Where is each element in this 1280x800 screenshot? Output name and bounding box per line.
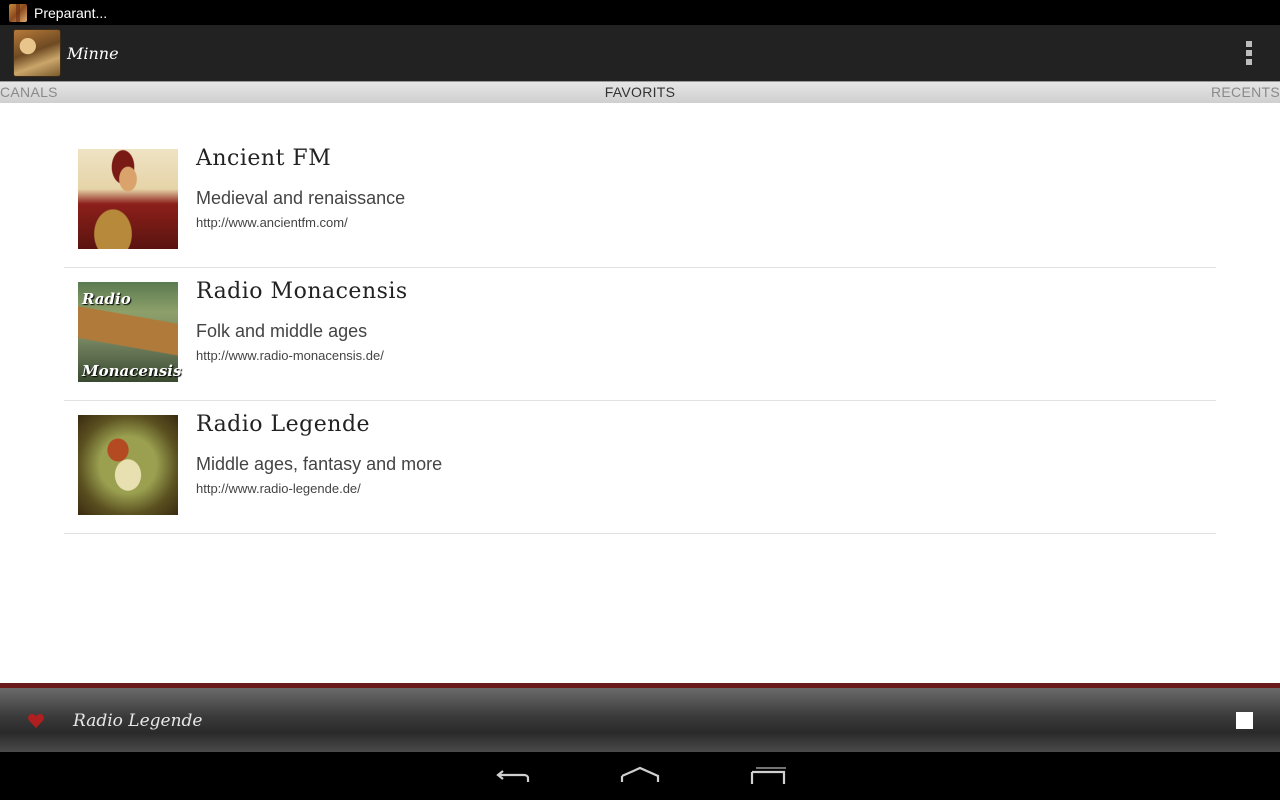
- station-row-ancient-fm[interactable]: Ancient FM Medieval and renaissance http…: [64, 135, 1216, 268]
- system-nav-bar: [0, 752, 1280, 800]
- tab-recents[interactable]: RECENTS: [1211, 84, 1280, 100]
- status-notification-text: Preparant...: [34, 4, 108, 21]
- station-row-radio-legende[interactable]: Radio Legende Middle ages, fantasy and m…: [64, 401, 1216, 534]
- tab-canals[interactable]: CANALS: [0, 84, 58, 100]
- thumbnail-logo-text-top: Radio: [82, 290, 131, 308]
- tab-favorits[interactable]: FAVORITS: [0, 84, 1280, 100]
- stop-button[interactable]: [1236, 712, 1253, 729]
- station-name: Radio Monacensis: [196, 279, 408, 304]
- station-url: http://www.radio-monacensis.de/: [196, 348, 384, 363]
- now-playing-title[interactable]: Radio Legende: [73, 711, 202, 731]
- station-description: Middle ages, fantasy and more: [196, 454, 443, 474]
- home-icon[interactable]: [620, 764, 660, 788]
- station-name: Ancient FM: [196, 146, 332, 171]
- station-url: http://www.radio-legende.de/: [196, 481, 361, 496]
- station-thumbnail: [78, 415, 178, 515]
- station-thumbnail: Radio Monacensis: [78, 282, 182, 382]
- favorites-content: Ancient FM Medieval and renaissance http…: [0, 103, 1280, 683]
- heart-icon[interactable]: [27, 712, 45, 730]
- tab-strip: FAVORITS CANALS RECENTS: [0, 81, 1280, 103]
- station-row-radio-monacensis[interactable]: Radio Monacensis Radio Monacensis Folk a…: [64, 268, 1216, 401]
- status-bar: Preparant...: [0, 0, 1280, 25]
- station-description: Folk and middle ages: [196, 321, 368, 341]
- recent-apps-icon[interactable]: [748, 764, 788, 788]
- app-title: Minne: [67, 43, 119, 63]
- app-logo-icon[interactable]: [13, 29, 61, 77]
- station-list: Ancient FM Medieval and renaissance http…: [64, 135, 1216, 534]
- thumbnail-logo-text-bottom: Monacensis: [82, 362, 182, 380]
- station-url: http://www.ancientfm.com/: [196, 215, 348, 230]
- overflow-menu-icon[interactable]: [1246, 41, 1254, 65]
- back-icon[interactable]: [492, 764, 532, 788]
- action-bar: Minne: [0, 25, 1280, 81]
- app-notification-icon: [9, 3, 27, 22]
- station-thumbnail: [78, 149, 178, 249]
- station-name: Radio Legende: [196, 412, 371, 437]
- player-bar: Radio Legende: [0, 683, 1280, 752]
- station-description: Medieval and renaissance: [196, 188, 406, 208]
